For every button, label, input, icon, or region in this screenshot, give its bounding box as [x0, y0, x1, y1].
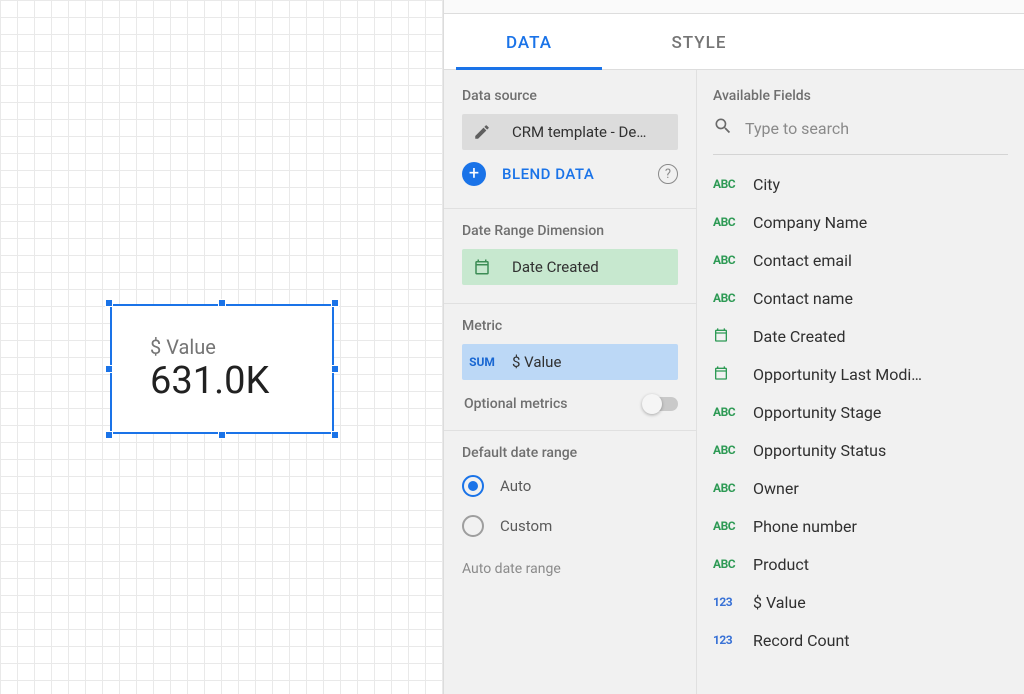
number-type-icon: 123 [713, 633, 743, 647]
field-label: Owner [753, 479, 799, 498]
tab-style[interactable]: STYLE [614, 33, 784, 69]
number-type-icon: 123 [713, 595, 743, 609]
text-type-icon: ABC [713, 519, 743, 533]
resize-handle-top-left[interactable] [105, 299, 113, 307]
field-label: $ Value [753, 593, 806, 612]
radio-auto[interactable] [462, 475, 484, 497]
field-label: Contact name [753, 289, 853, 308]
date-type-icon [713, 365, 743, 384]
calendar-icon [462, 249, 502, 285]
field-label: Company Name [753, 213, 867, 232]
field-item[interactable]: Date Created [713, 317, 1008, 355]
available-fields-panel: Available Fields ABCCityABCCompany NameA… [696, 70, 1024, 694]
resize-handle-bottom[interactable] [218, 431, 226, 439]
text-type-icon: ABC [713, 291, 743, 305]
resize-handle-top-right[interactable] [331, 299, 339, 307]
field-item[interactable]: ABC City [713, 165, 1008, 203]
date-range-auto-option[interactable]: Auto [462, 475, 678, 497]
scorecard-element[interactable]: $ Value 631.0K [110, 304, 334, 434]
scorecard-label: $ Value [150, 335, 332, 359]
search-icon [713, 116, 733, 140]
resize-handle-right[interactable] [331, 365, 339, 373]
field-item[interactable]: ABC Opportunity Stage [713, 393, 1008, 431]
plus-icon: + [462, 162, 486, 186]
field-label: Product [753, 555, 809, 574]
scorecard-selection[interactable]: $ Value 631.0K [110, 304, 334, 434]
text-type-icon: ABC [713, 215, 743, 229]
metric-title: Metric [462, 318, 678, 334]
field-item[interactable]: ABC Contact email [713, 241, 1008, 279]
field-label: Opportunity Status [753, 441, 886, 460]
resize-handle-left[interactable] [105, 365, 113, 373]
text-type-icon: ABC [713, 443, 743, 457]
radio-custom[interactable] [462, 515, 484, 537]
field-label: Contact email [753, 251, 852, 270]
header-strip [444, 0, 1024, 14]
field-item[interactable]: ABC Owner [713, 469, 1008, 507]
scorecard-value: 631.0K [150, 359, 332, 403]
field-item[interactable]: 123 $ Value [713, 583, 1008, 621]
date-range-custom-option[interactable]: Custom [462, 515, 678, 537]
report-canvas[interactable]: $ Value 631.0K [0, 0, 444, 694]
tab-data[interactable]: DATA [444, 33, 614, 69]
data-source-title: Data source [462, 88, 678, 104]
blend-data-button[interactable]: + BLEND DATA ? [462, 162, 678, 186]
fields-divider [713, 154, 1008, 155]
text-type-icon: ABC [713, 253, 743, 267]
field-item[interactable]: ABC Product [713, 545, 1008, 583]
date-type-icon [713, 327, 743, 346]
available-fields-title: Available Fields [713, 88, 1008, 104]
text-type-icon: ABC [713, 557, 743, 571]
text-type-icon: ABC [713, 405, 743, 419]
optional-metrics-toggle[interactable] [644, 397, 678, 411]
field-item[interactable]: ABC Company Name [713, 203, 1008, 241]
date-range-dimension-chip[interactable]: Date Created [462, 249, 678, 285]
field-item[interactable]: Opportunity Last Modi… [713, 355, 1008, 393]
field-label: Date Created [753, 327, 846, 346]
field-label: City [753, 175, 780, 194]
field-search-row[interactable] [713, 116, 1008, 154]
date-range-dimension-title: Date Range Dimension [462, 223, 678, 239]
resize-handle-bottom-left[interactable] [105, 431, 113, 439]
text-type-icon: ABC [713, 177, 743, 191]
date-dimension-name: Date Created [502, 249, 678, 285]
auto-date-range-label: Auto date range [444, 555, 696, 577]
radio-auto-label: Auto [500, 477, 531, 495]
field-item[interactable]: ABC Contact name [713, 279, 1008, 317]
blend-data-label: BLEND DATA [502, 165, 594, 183]
field-label: Record Count [753, 631, 850, 650]
field-search-input[interactable] [745, 119, 1008, 138]
tab-bar: DATA STYLE [444, 14, 1024, 70]
metric-aggregation[interactable]: SUM [462, 344, 502, 380]
field-item[interactable]: 123 Record Count [713, 621, 1008, 659]
edit-data-source-icon[interactable] [462, 114, 502, 150]
radio-custom-label: Custom [500, 517, 552, 535]
data-source-name: CRM template - De… [502, 114, 678, 150]
resize-handle-top[interactable] [218, 299, 226, 307]
default-date-range-title: Default date range [462, 445, 678, 461]
field-label: Opportunity Stage [753, 403, 881, 422]
field-list: ABCCityABCCompany NameABCContact emailAB… [713, 165, 1008, 659]
help-icon[interactable]: ? [658, 164, 678, 184]
optional-metrics-title: Optional metrics [464, 396, 567, 412]
data-source-chip[interactable]: CRM template - De… [462, 114, 678, 150]
field-label: Opportunity Last Modi… [753, 365, 922, 384]
data-panel: Data source CRM template - De… + BLEND D… [444, 70, 696, 694]
resize-handle-bottom-right[interactable] [331, 431, 339, 439]
text-type-icon: ABC [713, 481, 743, 495]
metric-name: $ Value [502, 344, 678, 380]
field-item[interactable]: ABC Phone number [713, 507, 1008, 545]
field-label: Phone number [753, 517, 857, 536]
field-item[interactable]: ABC Opportunity Status [713, 431, 1008, 469]
metric-chip[interactable]: SUM $ Value [462, 344, 678, 380]
